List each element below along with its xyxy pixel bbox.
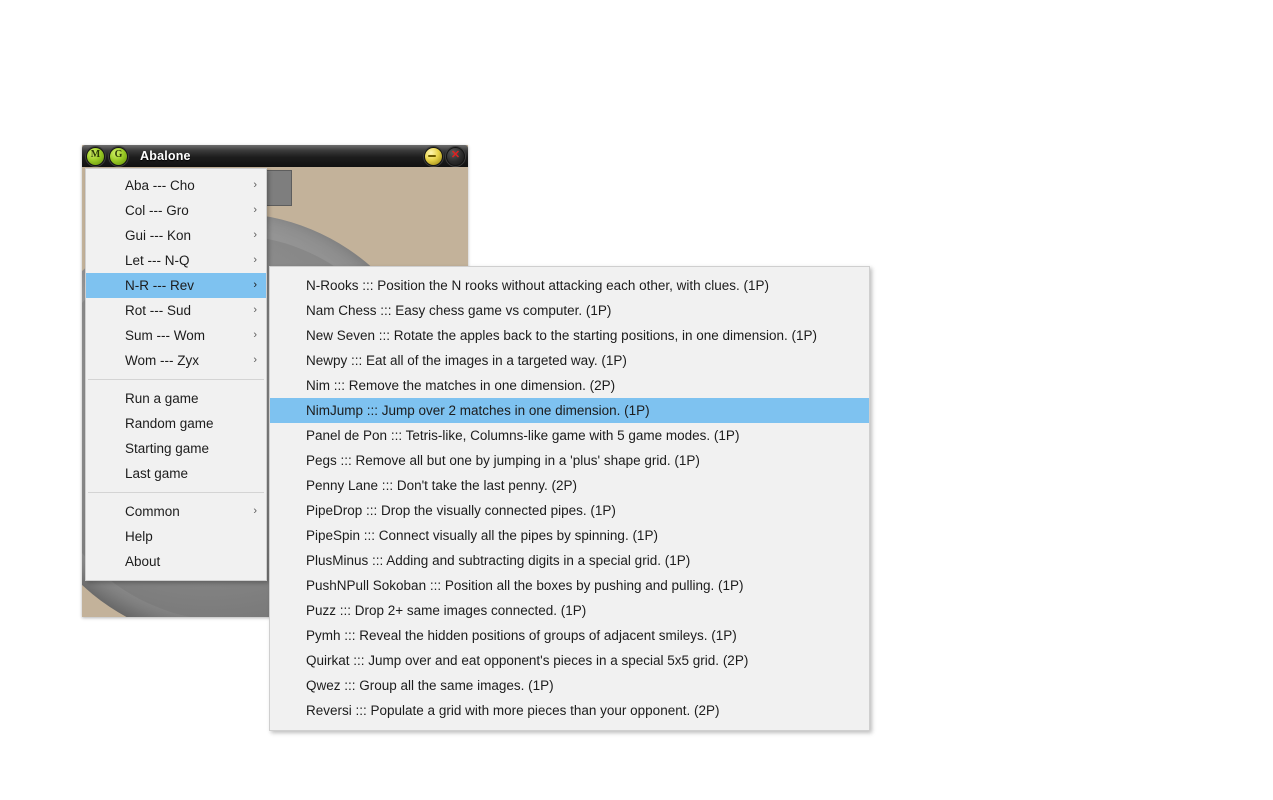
chevron-right-icon: › [253,204,257,216]
chevron-right-icon: › [253,254,257,266]
submenu-item-new-seven[interactable]: New Seven ::: Rotate the apples back to … [270,323,869,348]
menu-item-label: Help [125,529,153,544]
submenu-item-pushnpull[interactable]: PushNPull Sokoban ::: Position all the b… [270,573,869,598]
submenu-item-puzz[interactable]: Puzz ::: Drop 2+ same images connected. … [270,598,869,623]
menu-separator-1 [88,379,264,380]
submenu-item-qwez[interactable]: Qwez ::: Group all the same images. (1P) [270,673,869,698]
menu-item-nr-rev[interactable]: N-R --- Rev › [86,273,266,298]
close-button[interactable]: ✕ [446,146,465,166]
window-titlebar[interactable]: M G Abalone ✕ [82,145,468,167]
main-menu-group-categories: Aba --- Cho › Col --- Gro › Gui --- Kon … [86,173,266,373]
menu-item-label: About [125,554,161,569]
submenu-item-panel-de-pon[interactable]: Panel de Pon ::: Tetris-like, Columns-li… [270,423,869,448]
submenu-item-n-rooks[interactable]: N-Rooks ::: Position the N rooks without… [270,273,869,298]
submenu-item-quirkat[interactable]: Quirkat ::: Jump over and eat opponent's… [270,648,869,673]
submenu-item-plusminus[interactable]: PlusMinus ::: Adding and subtracting dig… [270,548,869,573]
menu-item-label: Starting game [125,441,210,456]
submenu-item-nim[interactable]: Nim ::: Remove the matches in one dimens… [270,373,869,398]
menu-item-label: Gui --- Kon [125,228,192,243]
menu-item-label: Let --- N-Q [125,253,190,268]
submenu-item-pegs[interactable]: Pegs ::: Remove all but one by jumping i… [270,448,869,473]
games-submenu[interactable]: N-Rooks ::: Position the N rooks without… [269,266,870,731]
submenu-item-nam-chess[interactable]: Nam Chess ::: Easy chess game vs compute… [270,298,869,323]
menu-item-run-a-game[interactable]: Run a game [86,386,266,411]
menu-item-help[interactable]: Help [86,524,266,549]
submenu-item-nimjump[interactable]: NimJump ::: Jump over 2 matches in one d… [270,398,869,423]
main-menu-group-actions: Run a game Random game Starting game Las… [86,386,266,486]
submenu-item-pymh[interactable]: Pymh ::: Reveal the hidden positions of … [270,623,869,648]
menu-item-last-game[interactable]: Last game [86,461,266,486]
submenu-item-pipedrop[interactable]: PipeDrop ::: Drop the visually connected… [270,498,869,523]
submenu-item-reversi[interactable]: Reversi ::: Populate a grid with more pi… [270,698,869,723]
menu-item-about[interactable]: About [86,549,266,574]
menu-item-label: Wom --- Zyx [125,353,199,368]
menu-item-wom-zyx[interactable]: Wom --- Zyx › [86,348,266,373]
window-title: Abalone [140,149,191,163]
menu-separator-2 [88,492,264,493]
menu-item-label: Run a game [125,391,199,406]
games-badge-icon[interactable]: G [109,146,128,166]
menu-item-label: Last game [125,466,189,481]
main-menu-group-misc: Common › Help About [86,499,266,574]
submenu-item-newpy[interactable]: Newpy ::: Eat all of the images in a tar… [270,348,869,373]
chevron-right-icon: › [253,279,257,291]
menu-item-label: Rot --- Sud [125,303,192,318]
menu-item-label: Aba --- Cho [125,178,195,193]
chevron-right-icon: › [253,229,257,241]
menu-item-label: Col --- Gro [125,203,189,218]
chevron-right-icon: › [253,304,257,316]
menu-item-common[interactable]: Common › [86,499,266,524]
chevron-right-icon: › [253,179,257,191]
chevron-right-icon: › [253,505,257,517]
chevron-right-icon: › [253,354,257,366]
menu-item-gui-kon[interactable]: Gui --- Kon › [86,223,266,248]
chevron-right-icon: › [253,329,257,341]
submenu-item-penny-lane[interactable]: Penny Lane ::: Don't take the last penny… [270,473,869,498]
main-menu[interactable]: Aba --- Cho › Col --- Gro › Gui --- Kon … [85,168,267,581]
menu-item-aba-cho[interactable]: Aba --- Cho › [86,173,266,198]
menu-item-label: Random game [125,416,214,431]
menu-item-label: Common [125,504,180,519]
menu-item-col-gro[interactable]: Col --- Gro › [86,198,266,223]
screen: M G Abalone ✕ Aba --- Cho › Col --- Gro … [0,0,1273,800]
menu-item-starting-game[interactable]: Starting game [86,436,266,461]
menu-item-rot-sud[interactable]: Rot --- Sud › [86,298,266,323]
menu-item-random-game[interactable]: Random game [86,411,266,436]
menu-item-let-nq[interactable]: Let --- N-Q › [86,248,266,273]
menu-item-sum-wom[interactable]: Sum --- Wom › [86,323,266,348]
menu-item-label: N-R --- Rev [125,278,194,293]
minimize-button[interactable] [424,146,443,166]
menu-item-label: Sum --- Wom [125,328,205,343]
submenu-item-pipespin[interactable]: PipeSpin ::: Connect visually all the pi… [270,523,869,548]
menu-badge-icon[interactable]: M [86,146,105,166]
